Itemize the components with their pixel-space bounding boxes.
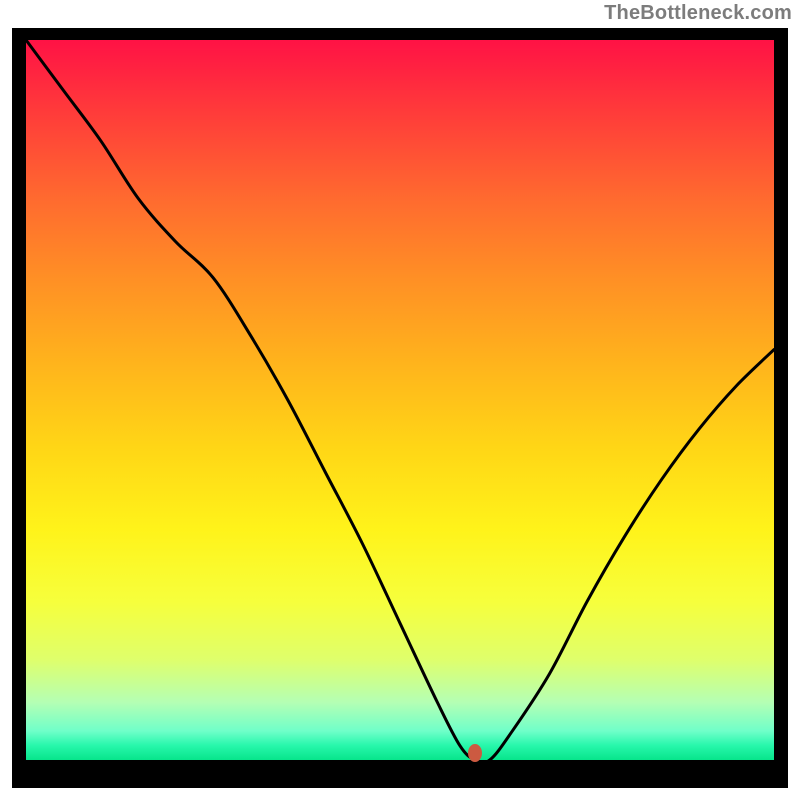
chart-plot-area: [26, 40, 774, 760]
chart-container: TheBottleneck.com: [0, 0, 800, 800]
attribution-text: TheBottleneck.com: [604, 2, 792, 25]
bottleneck-curve: [26, 40, 774, 760]
optimal-point-marker: [468, 744, 482, 762]
chart-frame: [12, 28, 788, 788]
